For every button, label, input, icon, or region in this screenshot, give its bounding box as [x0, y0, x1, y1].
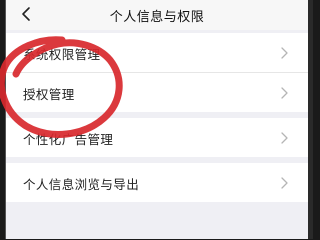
list-item-label: 个人信息浏览与导出	[23, 177, 140, 192]
chevron-right-icon	[281, 47, 288, 59]
phone-frame: 个人信息与权限 系统权限管理 授权管理 个性化广告管理 个人信息浏览与导出	[0, 0, 313, 239]
page-title: 个人信息与权限	[109, 10, 205, 25]
chevron-right-icon	[281, 87, 288, 99]
list-item-browse-export[interactable]: 个人信息浏览与导出	[6, 163, 308, 202]
list-item-system-permissions[interactable]: 系统权限管理	[6, 33, 308, 73]
list-item-label: 系统权限管理	[23, 47, 101, 62]
list-item-personalized-ads[interactable]: 个性化广告管理	[6, 118, 308, 157]
list-item-label: 个性化广告管理	[23, 132, 114, 147]
data-export-group: 个人信息浏览与导出	[6, 163, 308, 202]
permission-group: 系统权限管理 授权管理	[6, 33, 308, 112]
list-item-label: 授权管理	[23, 87, 75, 102]
ads-group: 个性化广告管理	[6, 118, 308, 157]
chevron-right-icon	[281, 177, 288, 189]
list-item-authorization[interactable]: 授权管理	[6, 73, 308, 112]
navigation-bar: 个人信息与权限	[6, 0, 308, 30]
settings-screen: 个人信息与权限 系统权限管理 授权管理 个性化广告管理 个人信息浏览与导出	[5, 0, 309, 239]
chevron-right-icon	[281, 132, 288, 144]
device-edge	[308, 0, 313, 239]
